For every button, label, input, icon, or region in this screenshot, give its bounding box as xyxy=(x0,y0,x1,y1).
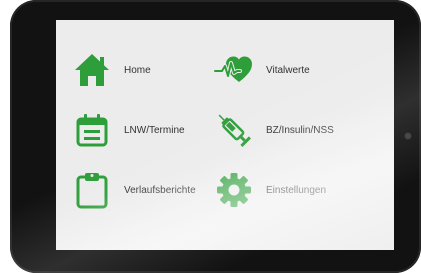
menu-item-vitalwerte[interactable]: Vitalwerte xyxy=(214,50,310,90)
calendar-icon xyxy=(72,110,112,150)
menu-label-vitalwerte: Vitalwerte xyxy=(266,64,310,76)
gear-icon xyxy=(214,170,254,210)
clipboard-icon xyxy=(72,170,112,210)
menu-label-home: Home xyxy=(124,64,151,76)
syringe-icon xyxy=(214,110,254,150)
home-icon xyxy=(72,50,112,90)
menu-label-einstellungen: Einstellungen xyxy=(266,184,327,196)
menu-item-lnw-termine[interactable]: LNW/Termine xyxy=(72,110,185,150)
menu-label-lnw-termine: LNW/Termine xyxy=(124,124,185,136)
menu-item-einstellungen[interactable]: Einstellungen xyxy=(214,170,326,210)
menu-label-verlaufsberichte: Verlaufsberichte xyxy=(124,184,196,196)
app-screen: Home Vitalwerte LNW/Termine BZ/Insulin/N… xyxy=(56,20,394,250)
heartbeat-icon xyxy=(214,50,254,90)
menu-label-bz-insulin: BZ/Insulin/NSS xyxy=(266,124,334,136)
menu-item-bz-insulin[interactable]: BZ/Insulin/NSS xyxy=(214,110,334,150)
camera-dot xyxy=(405,133,411,139)
tablet-frame: Home Vitalwerte LNW/Termine BZ/Insulin/N… xyxy=(10,0,421,273)
menu-item-home[interactable]: Home xyxy=(72,50,151,90)
menu-item-verlaufsberichte[interactable]: Verlaufsberichte xyxy=(72,170,196,210)
